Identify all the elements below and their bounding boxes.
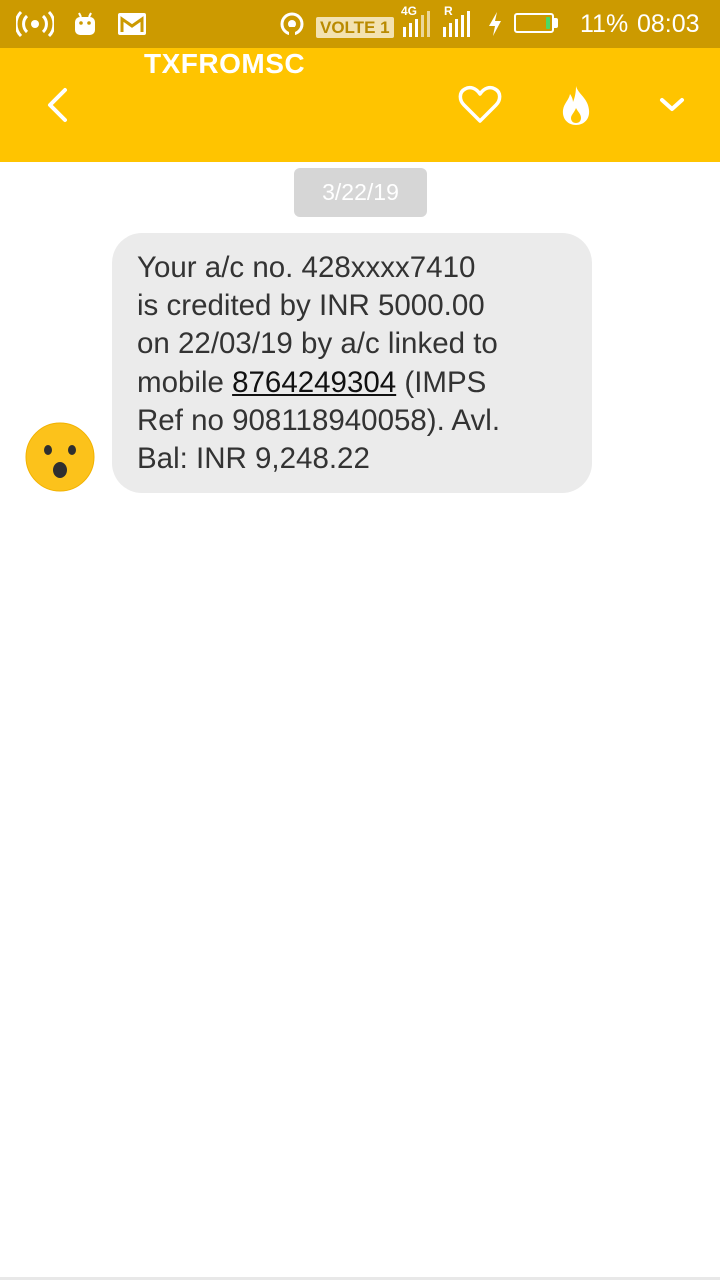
signal-sim2-icon (440, 0, 474, 48)
charging-icon (484, 0, 506, 48)
phone-number-link[interactable]: 8764249304 (232, 366, 396, 399)
volte-badge: VOLTE 1 (316, 17, 394, 38)
message-text: mobile (137, 365, 233, 399)
message-line: on 22/03/19 by a/c linked to (137, 327, 498, 361)
flame-icon[interactable] (546, 48, 606, 162)
message-line: Bal: INR 9,248.22 (137, 442, 370, 476)
status-bar: VOLTE 1 4G R 11% 08:03 (0, 0, 720, 48)
battery-icon (514, 13, 554, 33)
android-icon (70, 0, 100, 48)
message-text: (IMPS (396, 365, 487, 399)
conversation-toolbar: TXFROMSC (0, 48, 720, 162)
battery-terminal (554, 18, 558, 28)
message-line: Ref no 908118940058). Avl. (137, 403, 501, 437)
contact-title: TXFROMSC (144, 48, 306, 79)
battery-percent: 11% (580, 10, 629, 38)
clock: 08:03 (637, 10, 700, 38)
hotspot-icon (14, 0, 56, 48)
battery-level-fill (546, 17, 550, 29)
message-bubble[interactable]: Your a/c no. 428xxxx7410 is credited by … (112, 233, 592, 493)
heart-icon[interactable] (450, 48, 510, 162)
chevron-down-icon[interactable] (648, 48, 696, 162)
message-line: is credited by INR 5000.00 (137, 289, 485, 323)
message-line: Your a/c no. 428xxxx7410 (137, 251, 476, 284)
message-line: mobile 8764249304 (IMPS (137, 364, 568, 402)
date-separator: 3/22/19 (294, 168, 427, 217)
surprised-face-icon[interactable] (25, 422, 95, 492)
gmail-icon (116, 0, 148, 48)
back-arrow-icon[interactable] (30, 48, 84, 162)
wifi-calling-icon (278, 0, 306, 48)
signal-sim1-icon (400, 0, 434, 48)
